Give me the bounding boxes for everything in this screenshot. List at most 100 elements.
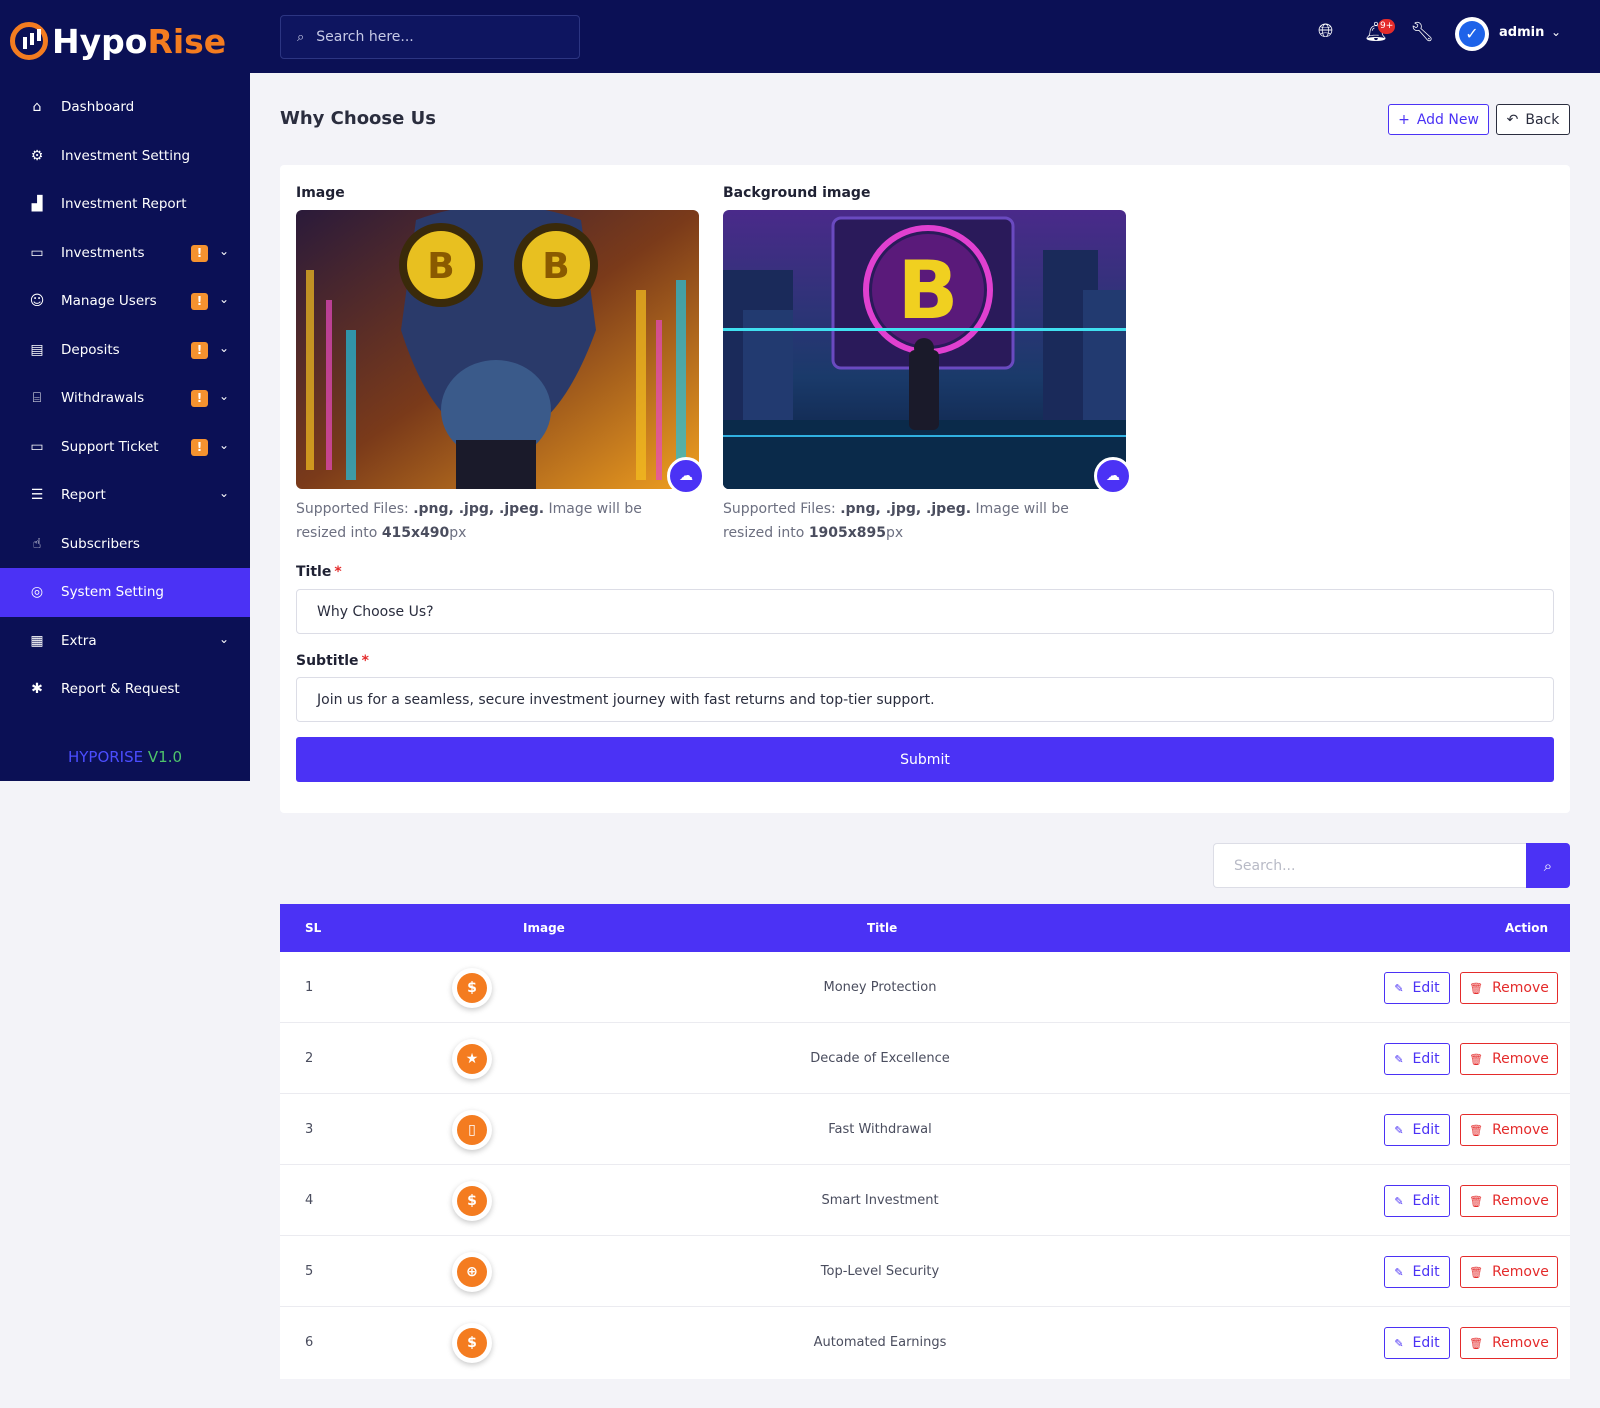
upload-background-button[interactable]: ☁ <box>1094 457 1132 495</box>
background-image-preview[interactable]: B <box>723 210 1126 489</box>
globe-icon[interactable]: 🌐︎ <box>1318 20 1333 42</box>
hint-unit: px <box>886 525 904 541</box>
row-title: Automated Earnings <box>813 1335 947 1350</box>
row-title: Money Protection <box>823 980 937 995</box>
sidebar-item-deposits[interactable]: ▤ Deposits! ⌄ <box>0 326 250 375</box>
remove-button[interactable]: 🗑︎ Remove <box>1460 1043 1558 1075</box>
document-icon: ▤ <box>30 341 44 358</box>
sidebar-item-subscribers[interactable]: ☝ Subscribers <box>0 520 250 569</box>
sidebar-item-withdrawals[interactable]: ⌸ Withdrawals! ⌄ <box>0 374 250 423</box>
edit-button[interactable]: ✎ Edit <box>1384 1043 1450 1075</box>
edit-button[interactable]: ✎ Edit <box>1384 1256 1450 1288</box>
chevron-down-icon[interactable]: ⌄ <box>219 244 229 258</box>
required-mark: * <box>334 564 342 580</box>
wallet-icon: ▭ <box>30 244 44 261</box>
sidebar-item-report[interactable]: ☰ Report ⌄ <box>0 471 250 520</box>
edit-button[interactable]: ✎ Edit <box>1384 1114 1450 1146</box>
table-search-button[interactable]: ⌕ <box>1526 843 1570 888</box>
title-label-text: Title <box>296 564 332 580</box>
brand-name-part2: Rise <box>147 21 227 61</box>
chevron-down-icon[interactable]: ⌄ <box>219 486 229 500</box>
image-preview[interactable]: B B <box>296 210 699 489</box>
chevron-down-icon[interactable]: ⌄ <box>219 632 229 646</box>
sidebar-item-investment-setting[interactable]: ⚙ Investment Setting <box>0 132 250 181</box>
table-row: 2 ★ Decade of Excellence ✎ Edit 🗑︎ Remove <box>280 1023 1570 1094</box>
add-new-button[interactable]: + Add New <box>1388 104 1489 135</box>
edit-button[interactable]: ✎ Edit <box>1384 972 1450 1004</box>
app-version: HYPORISE V1.0 <box>0 748 250 766</box>
sidebar-item-label: Extra <box>61 632 97 649</box>
pencil-icon: ✎ <box>1394 1052 1404 1066</box>
nodes-icon: ⚙ <box>30 147 44 164</box>
remove-button[interactable]: 🗑︎ Remove <box>1460 1185 1558 1217</box>
cyber-bitcoin-portrait-image: B B <box>296 210 699 489</box>
required-mark: * <box>361 653 369 669</box>
table-row: 6 $ Automated Earnings ✎ Edit 🗑︎ Remove <box>280 1307 1570 1378</box>
users-icon: ☺ <box>29 293 45 310</box>
sidebar-item-support-ticket[interactable]: ▭ Support Ticket! ⌄ <box>0 423 250 472</box>
sidebar-item-manage-users[interactable]: ☺ Manage Users! ⌄ <box>0 277 250 326</box>
sidebar-item-extra[interactable]: ▦ Extra ⌄ <box>0 617 250 666</box>
edit-button[interactable]: ✎ Edit <box>1384 1327 1450 1359</box>
header-action: Action <box>1505 921 1549 935</box>
sidebar: HypoRise ⌂ Dashboard ⚙ Investment Setting ▟ I… <box>0 0 250 781</box>
chevron-down-icon[interactable]: ⌄ <box>1551 25 1561 39</box>
brand-name-part1: Hypo <box>52 21 148 61</box>
remove-button[interactable]: 🗑︎ Remove <box>1460 1114 1558 1146</box>
sidebar-item-investments[interactable]: ▭ Investments! ⌄ <box>0 229 250 278</box>
search-placeholder: Search here... <box>316 29 414 45</box>
hint-prefix: Supported Files: <box>723 501 841 517</box>
back-button[interactable]: ↶ Back <box>1496 104 1570 135</box>
user-name[interactable]: admin <box>1499 25 1544 40</box>
edit-label: Edit <box>1412 980 1440 996</box>
sidebar-item-system-setting[interactable]: ◎ System Setting <box>0 568 250 617</box>
table-row: 4 $ Smart Investment ✎ Edit 🗑︎ Remove <box>280 1165 1570 1236</box>
sidebar-item-dashboard[interactable]: ⌂ Dashboard <box>0 83 250 132</box>
table-search-input[interactable]: Search... <box>1213 843 1526 888</box>
row-title: Decade of Excellence <box>810 1051 950 1066</box>
thumbs-up-icon: ☝ <box>32 535 42 552</box>
remove-button[interactable]: 🗑︎ Remove <box>1460 972 1558 1004</box>
remove-button[interactable]: 🗑︎ Remove <box>1460 1256 1558 1288</box>
cloud-upload-icon: ☁ <box>1106 468 1120 484</box>
sidebar-item-report-request[interactable]: ✱ Report & Request <box>0 665 250 714</box>
submit-button[interactable]: Submit <box>296 737 1554 782</box>
search-icon: ⌕ <box>1543 856 1553 875</box>
avatar[interactable]: ✓ <box>1455 17 1489 51</box>
edit-label: Edit <box>1412 1264 1440 1280</box>
chevron-down-icon[interactable]: ⌄ <box>219 389 229 403</box>
pencil-icon: ✎ <box>1394 1194 1404 1208</box>
edit-label: Edit <box>1412 1335 1440 1351</box>
remove-label: Remove <box>1492 980 1549 996</box>
pencil-icon: ✎ <box>1394 1123 1404 1137</box>
header-image: Image <box>523 921 565 935</box>
hint-size: 1905x895 <box>808 525 887 541</box>
remove-label: Remove <box>1492 1264 1549 1280</box>
upload-image-button[interactable]: ☁ <box>667 457 705 495</box>
chevron-down-icon[interactable]: ⌄ <box>219 341 229 355</box>
home-icon: ⌂ <box>32 99 42 116</box>
back-label: Back <box>1525 111 1560 128</box>
sidebar-item-investment-report[interactable]: ▟ Investment Report <box>0 180 250 229</box>
chevron-down-icon[interactable]: ⌄ <box>219 438 229 452</box>
edit-button[interactable]: ✎ Edit <box>1384 1185 1450 1217</box>
title-input[interactable]: Why Choose Us? <box>296 589 1554 634</box>
trash-icon: 🗑︎ <box>1469 1194 1484 1208</box>
global-search-input[interactable]: ⌕ Search here... <box>280 15 580 59</box>
trash-icon: 🗑︎ <box>1469 1336 1484 1350</box>
chevron-down-icon[interactable]: ⌄ <box>219 292 229 306</box>
alert-badge: ! <box>191 293 208 310</box>
remove-button[interactable]: 🗑︎ Remove <box>1460 1327 1558 1359</box>
settings-icon: ◎ <box>30 584 44 601</box>
alert-badge: ! <box>191 438 208 456</box>
bank-icon: ⌸ <box>32 390 42 407</box>
topbar: ⌕ Search here... <box>250 0 1600 73</box>
subtitle-input[interactable]: Join us for a seamless, secure investmen… <box>296 677 1554 722</box>
brand-logo[interactable]: HypoRise <box>10 16 226 66</box>
trash-icon: 🗑︎ <box>1469 1052 1484 1066</box>
wrench-icon[interactable]: 🔧︎ <box>1410 20 1434 43</box>
table-body: 1 $ Money Protection ✎ Edit 🗑︎ Remove 2 ★ Decade … <box>280 952 1570 1378</box>
cyber-city-bitcoin-image: B <box>723 210 1126 489</box>
edit-label: Edit <box>1412 1122 1440 1138</box>
cloud-upload-icon: ☁ <box>679 468 693 484</box>
